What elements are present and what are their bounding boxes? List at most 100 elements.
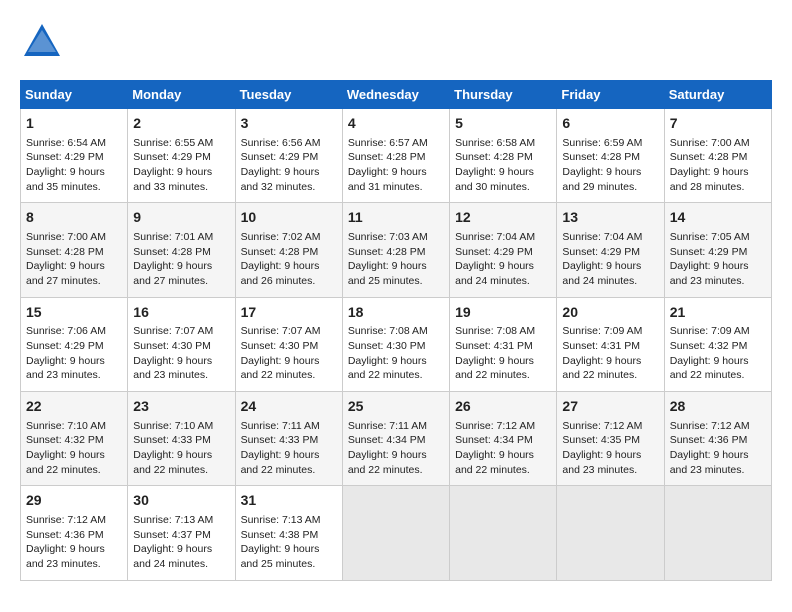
sunset-label: Sunset: 4:34 PM bbox=[348, 434, 426, 446]
calendar-cell: 11Sunrise: 7:03 AMSunset: 4:28 PMDayligh… bbox=[342, 203, 449, 297]
day-number: 27 bbox=[562, 397, 658, 417]
calendar-week-3: 15Sunrise: 7:06 AMSunset: 4:29 PMDayligh… bbox=[21, 297, 772, 391]
sunrise-label: Sunrise: 7:08 AM bbox=[348, 325, 428, 337]
sunset-label: Sunset: 4:37 PM bbox=[133, 529, 211, 541]
column-header-thursday: Thursday bbox=[450, 81, 557, 109]
daylight-label: Daylight: 9 hours and 23 minutes. bbox=[26, 355, 105, 382]
sunrise-label: Sunrise: 6:56 AM bbox=[241, 137, 321, 149]
daylight-label: Daylight: 9 hours and 29 minutes. bbox=[562, 166, 641, 193]
sunset-label: Sunset: 4:29 PM bbox=[670, 246, 748, 258]
daylight-label: Daylight: 9 hours and 22 minutes. bbox=[133, 449, 212, 476]
day-number: 28 bbox=[670, 397, 766, 417]
sunset-label: Sunset: 4:28 PM bbox=[133, 246, 211, 258]
day-number: 12 bbox=[455, 208, 551, 228]
daylight-label: Daylight: 9 hours and 27 minutes. bbox=[133, 260, 212, 287]
day-number: 6 bbox=[562, 114, 658, 134]
day-number: 15 bbox=[26, 303, 122, 323]
sunset-label: Sunset: 4:30 PM bbox=[241, 340, 319, 352]
day-number: 17 bbox=[241, 303, 337, 323]
daylight-label: Daylight: 9 hours and 23 minutes. bbox=[670, 449, 749, 476]
calendar-cell: 22Sunrise: 7:10 AMSunset: 4:32 PMDayligh… bbox=[21, 392, 128, 486]
day-number: 1 bbox=[26, 114, 122, 134]
sunset-label: Sunset: 4:30 PM bbox=[133, 340, 211, 352]
sunset-label: Sunset: 4:28 PM bbox=[348, 151, 426, 163]
day-number: 2 bbox=[133, 114, 229, 134]
daylight-label: Daylight: 9 hours and 24 minutes. bbox=[562, 260, 641, 287]
daylight-label: Daylight: 9 hours and 30 minutes. bbox=[455, 166, 534, 193]
calendar-cell: 16Sunrise: 7:07 AMSunset: 4:30 PMDayligh… bbox=[128, 297, 235, 391]
day-number: 4 bbox=[348, 114, 444, 134]
daylight-label: Daylight: 9 hours and 22 minutes. bbox=[455, 449, 534, 476]
sunrise-label: Sunrise: 7:10 AM bbox=[133, 420, 213, 432]
calendar-cell: 28Sunrise: 7:12 AMSunset: 4:36 PMDayligh… bbox=[664, 392, 771, 486]
daylight-label: Daylight: 9 hours and 28 minutes. bbox=[670, 166, 749, 193]
calendar-table: SundayMondayTuesdayWednesdayThursdayFrid… bbox=[20, 80, 772, 581]
calendar-cell bbox=[342, 486, 449, 580]
calendar-cell: 8Sunrise: 7:00 AMSunset: 4:28 PMDaylight… bbox=[21, 203, 128, 297]
daylight-label: Daylight: 9 hours and 22 minutes. bbox=[348, 355, 427, 382]
sunset-label: Sunset: 4:29 PM bbox=[241, 151, 319, 163]
column-header-saturday: Saturday bbox=[664, 81, 771, 109]
sunrise-label: Sunrise: 7:12 AM bbox=[562, 420, 642, 432]
calendar-cell bbox=[664, 486, 771, 580]
daylight-label: Daylight: 9 hours and 26 minutes. bbox=[241, 260, 320, 287]
calendar-cell bbox=[450, 486, 557, 580]
day-number: 26 bbox=[455, 397, 551, 417]
sunset-label: Sunset: 4:28 PM bbox=[562, 151, 640, 163]
sunrise-label: Sunrise: 7:10 AM bbox=[26, 420, 106, 432]
sunrise-label: Sunrise: 7:02 AM bbox=[241, 231, 321, 243]
day-number: 16 bbox=[133, 303, 229, 323]
daylight-label: Daylight: 9 hours and 33 minutes. bbox=[133, 166, 212, 193]
sunrise-label: Sunrise: 6:58 AM bbox=[455, 137, 535, 149]
calendar-cell: 20Sunrise: 7:09 AMSunset: 4:31 PMDayligh… bbox=[557, 297, 664, 391]
sunset-label: Sunset: 4:29 PM bbox=[133, 151, 211, 163]
sunrise-label: Sunrise: 7:09 AM bbox=[670, 325, 750, 337]
calendar-cell: 13Sunrise: 7:04 AMSunset: 4:29 PMDayligh… bbox=[557, 203, 664, 297]
header-row: SundayMondayTuesdayWednesdayThursdayFrid… bbox=[21, 81, 772, 109]
calendar-cell: 29Sunrise: 7:12 AMSunset: 4:36 PMDayligh… bbox=[21, 486, 128, 580]
column-header-sunday: Sunday bbox=[21, 81, 128, 109]
sunset-label: Sunset: 4:28 PM bbox=[241, 246, 319, 258]
daylight-label: Daylight: 9 hours and 22 minutes. bbox=[670, 355, 749, 382]
day-number: 3 bbox=[241, 114, 337, 134]
calendar-week-1: 1Sunrise: 6:54 AMSunset: 4:29 PMDaylight… bbox=[21, 109, 772, 203]
day-number: 21 bbox=[670, 303, 766, 323]
calendar-cell: 25Sunrise: 7:11 AMSunset: 4:34 PMDayligh… bbox=[342, 392, 449, 486]
day-number: 25 bbox=[348, 397, 444, 417]
daylight-label: Daylight: 9 hours and 24 minutes. bbox=[133, 543, 212, 570]
sunrise-label: Sunrise: 7:09 AM bbox=[562, 325, 642, 337]
sunrise-label: Sunrise: 7:12 AM bbox=[26, 514, 106, 526]
sunset-label: Sunset: 4:35 PM bbox=[562, 434, 640, 446]
day-number: 22 bbox=[26, 397, 122, 417]
calendar-cell: 26Sunrise: 7:12 AMSunset: 4:34 PMDayligh… bbox=[450, 392, 557, 486]
calendar-cell: 17Sunrise: 7:07 AMSunset: 4:30 PMDayligh… bbox=[235, 297, 342, 391]
column-header-monday: Monday bbox=[128, 81, 235, 109]
calendar-cell: 12Sunrise: 7:04 AMSunset: 4:29 PMDayligh… bbox=[450, 203, 557, 297]
calendar-body: 1Sunrise: 6:54 AMSunset: 4:29 PMDaylight… bbox=[21, 109, 772, 581]
daylight-label: Daylight: 9 hours and 35 minutes. bbox=[26, 166, 105, 193]
sunset-label: Sunset: 4:29 PM bbox=[455, 246, 533, 258]
column-header-wednesday: Wednesday bbox=[342, 81, 449, 109]
day-number: 18 bbox=[348, 303, 444, 323]
calendar-week-4: 22Sunrise: 7:10 AMSunset: 4:32 PMDayligh… bbox=[21, 392, 772, 486]
day-number: 9 bbox=[133, 208, 229, 228]
sunrise-label: Sunrise: 7:11 AM bbox=[348, 420, 427, 432]
sunset-label: Sunset: 4:33 PM bbox=[133, 434, 211, 446]
calendar-cell: 10Sunrise: 7:02 AMSunset: 4:28 PMDayligh… bbox=[235, 203, 342, 297]
sunset-label: Sunset: 4:31 PM bbox=[455, 340, 533, 352]
daylight-label: Daylight: 9 hours and 25 minutes. bbox=[348, 260, 427, 287]
page-header bbox=[20, 20, 772, 64]
calendar-cell: 5Sunrise: 6:58 AMSunset: 4:28 PMDaylight… bbox=[450, 109, 557, 203]
calendar-week-2: 8Sunrise: 7:00 AMSunset: 4:28 PMDaylight… bbox=[21, 203, 772, 297]
calendar-cell: 27Sunrise: 7:12 AMSunset: 4:35 PMDayligh… bbox=[557, 392, 664, 486]
logo-icon bbox=[20, 20, 64, 64]
day-number: 14 bbox=[670, 208, 766, 228]
day-number: 5 bbox=[455, 114, 551, 134]
calendar-cell: 9Sunrise: 7:01 AMSunset: 4:28 PMDaylight… bbox=[128, 203, 235, 297]
calendar-cell: 7Sunrise: 7:00 AMSunset: 4:28 PMDaylight… bbox=[664, 109, 771, 203]
sunset-label: Sunset: 4:28 PM bbox=[348, 246, 426, 258]
day-number: 13 bbox=[562, 208, 658, 228]
calendar-cell: 3Sunrise: 6:56 AMSunset: 4:29 PMDaylight… bbox=[235, 109, 342, 203]
day-number: 23 bbox=[133, 397, 229, 417]
sunset-label: Sunset: 4:38 PM bbox=[241, 529, 319, 541]
